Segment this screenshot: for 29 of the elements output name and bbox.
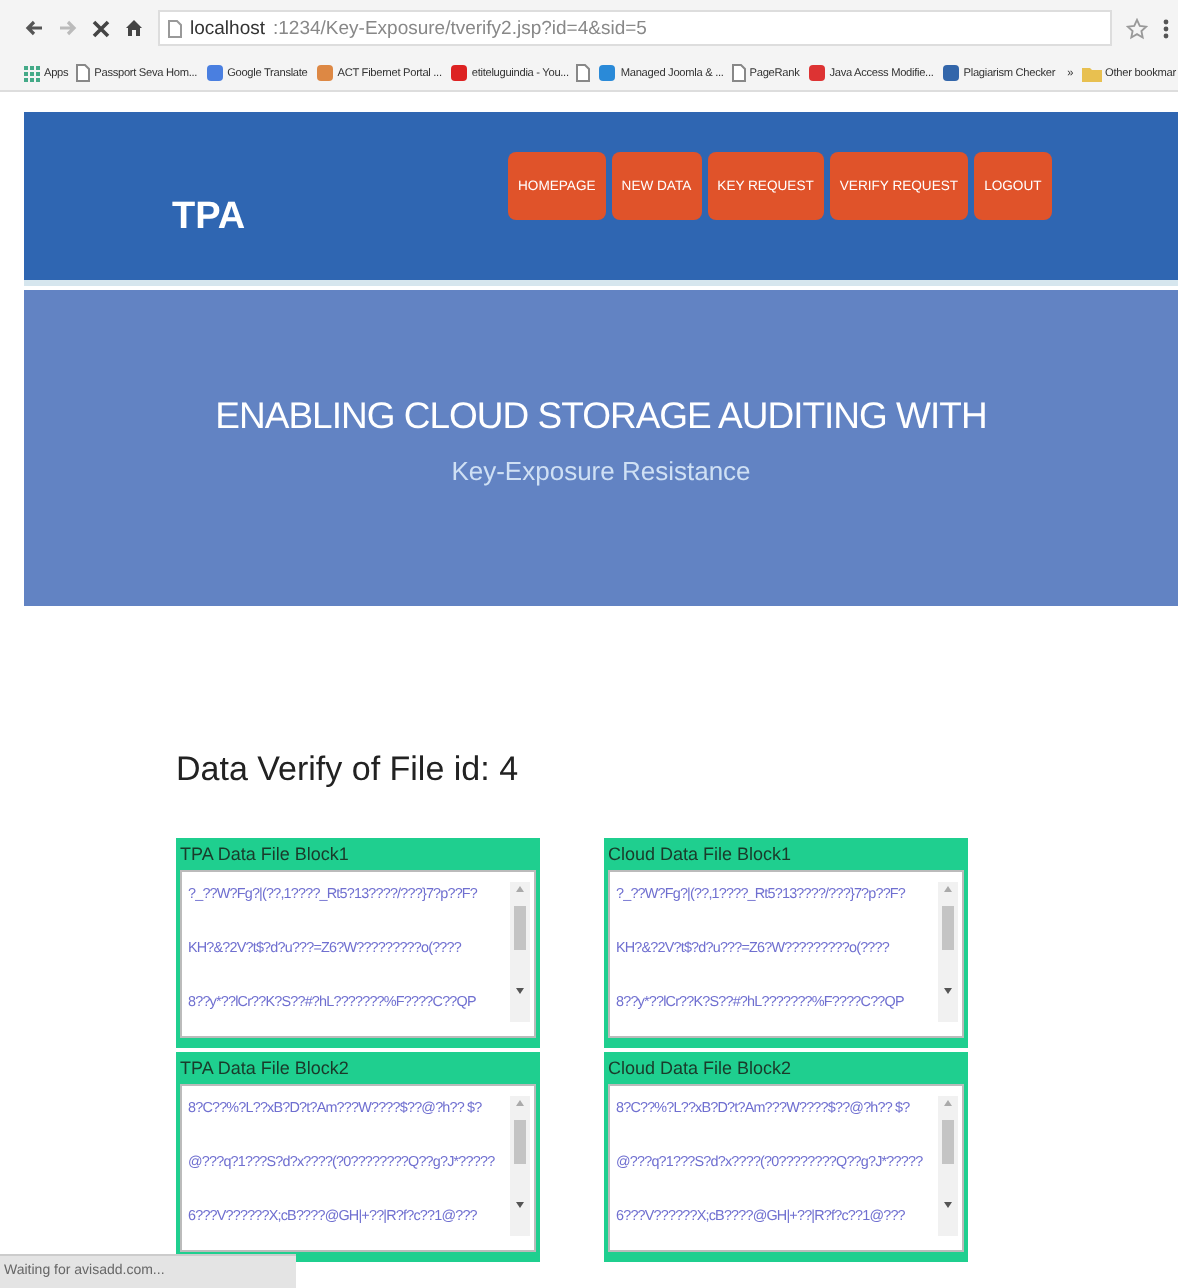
scrollbar-drawing[interactable] — [938, 882, 958, 1022]
page-icon[interactable] — [76, 64, 91, 82]
block-title: Cloud Data File Block1 — [606, 842, 794, 868]
apps-grid-icon[interactable] — [24, 65, 40, 81]
scrollbar-drawing[interactable] — [938, 1096, 958, 1236]
bookmark-icon[interactable] — [315, 64, 334, 82]
close-icon[interactable] — [92, 19, 110, 37]
scrollbar-drawing[interactable] — [510, 882, 530, 1022]
bookmark-icon[interactable] — [449, 64, 468, 82]
scrollbar-drawing[interactable] — [510, 1096, 530, 1236]
block-title: TPA Data File Block1 — [178, 842, 351, 868]
page-icon[interactable] — [576, 64, 591, 82]
brand-title: TPA — [172, 196, 246, 240]
home-icon[interactable] — [124, 18, 144, 38]
back-icon[interactable] — [24, 18, 44, 38]
hero-subtitle: Key-Exposure Resistance — [451, 456, 751, 486]
bookmark-icon[interactable] — [598, 64, 617, 82]
star-icon[interactable] — [1126, 17, 1148, 39]
bookmark-icon[interactable] — [205, 64, 224, 82]
page-icon[interactable] — [731, 64, 746, 82]
block-title: Cloud Data File Block2 — [606, 1056, 794, 1082]
bookmark-icon[interactable] — [941, 64, 960, 82]
menu-icon[interactable] — [1162, 17, 1170, 39]
page-icon — [168, 19, 182, 37]
hero-title: ENABLING CLOUD STORAGE AUDITING WITH — [215, 394, 987, 438]
bookmark-icon[interactable] — [807, 64, 826, 82]
address-field[interactable]: localhost :1234/Key-Exposure/tverify2.jsp?id=4&sid=5 — [158, 10, 1112, 46]
section-heading: Data Verify of File id: 4 — [176, 750, 521, 790]
block-title: TPA Data File Block2 — [178, 1056, 351, 1082]
